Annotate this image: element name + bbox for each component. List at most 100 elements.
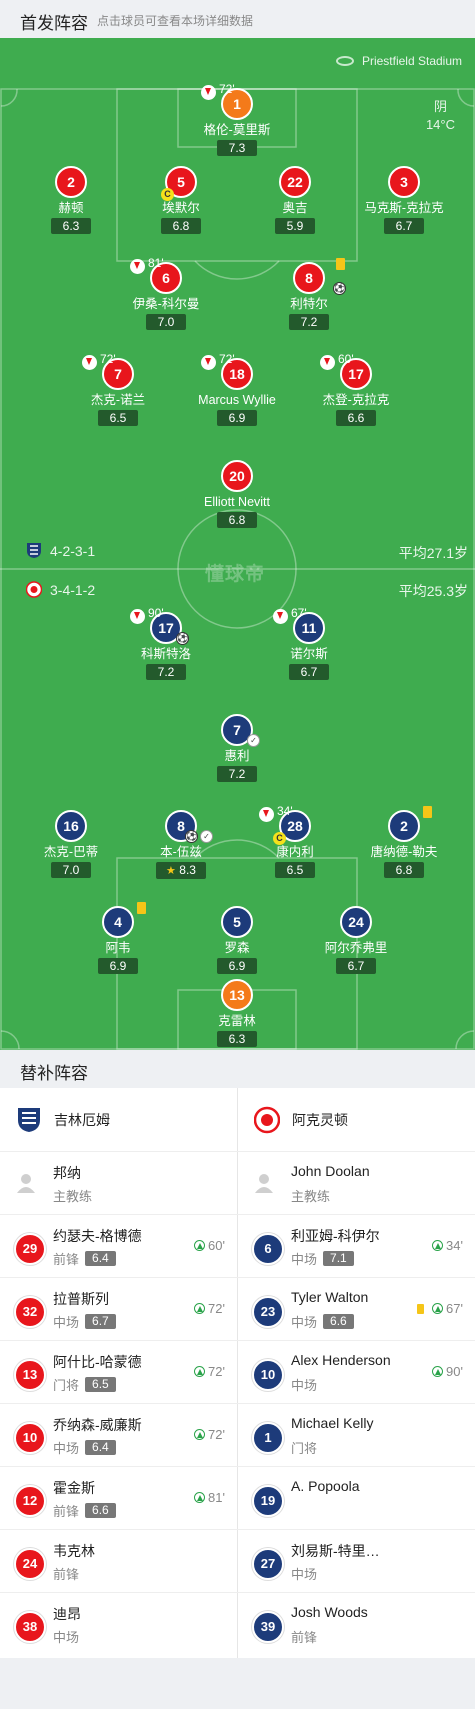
home-player-1[interactable]: 1 72' 格伦-莫里斯 7.3 [177, 82, 297, 157]
home-formation: 4-2-3-1 [26, 542, 95, 559]
home-sub[interactable]: 13 阿什比-哈蒙德 门将 6.5 72' [0, 1341, 237, 1404]
away-team-cell[interactable]: 阿克灵顿 [238, 1088, 475, 1152]
away-player-13[interactable]: 13 克雷林 6.3 [177, 979, 297, 1048]
player-number: 16 [55, 810, 87, 842]
away-player-7[interactable]: 7 ✓ 惠利 7.2 [177, 714, 297, 783]
home-avg-age: 平均27.1岁 [398, 545, 468, 561]
sub-number: 39 [252, 1611, 284, 1643]
home-sub[interactable]: 32 拉普斯列 中场 6.7 72' [0, 1278, 237, 1341]
sub-out-minute: 90' [148, 606, 164, 620]
away-player-5[interactable]: 5 罗森 6.9 [177, 906, 297, 975]
away-sub[interactable]: 23 Tyler Walton 中场 6.6 67' [238, 1278, 475, 1341]
player-rating: 6.7 [336, 958, 376, 974]
home-player-17[interactable]: 17 60' 杰登-克拉克 6.6 [296, 352, 416, 427]
sub-in-icon [194, 1366, 206, 1377]
home-team-cell[interactable]: 吉林厄姆 [0, 1088, 237, 1152]
home-player-3[interactable]: 3 马克斯-克拉克 6.7 [344, 166, 464, 235]
player-rating: 6.9 [98, 958, 138, 974]
home-player-18[interactable]: 18 72' Marcus Wyllie 6.9 [177, 352, 297, 427]
away-sub[interactable]: 1 Michael Kelly 门将 [238, 1404, 475, 1467]
sub-row-6: 24 韦克林 前锋 27 刘易斯-特里… 中场 [0, 1530, 475, 1593]
away-player-11[interactable]: 11 67' 诺尔斯 6.7 [249, 606, 369, 681]
home-sub[interactable]: 29 约瑟夫-格博德 前锋 6.4 60' [0, 1215, 237, 1278]
player-rating: 6.8 [217, 512, 257, 528]
away-player-24[interactable]: 24 阿尔乔弗里 6.7 [296, 906, 416, 975]
sub-in-icon [432, 1366, 444, 1377]
home-coach[interactable]: 邦纳 主教练 [0, 1152, 237, 1215]
home-player-20[interactable]: 20 Elliott Nevitt 6.8 [177, 460, 297, 529]
watermark: 懂球帝 [205, 564, 266, 585]
away-sub[interactable]: 19 A. Popoola [238, 1467, 475, 1530]
sub-row-4: 10 乔纳森-威廉斯 中场 6.4 72' 1 Michael Kelly 门将 [0, 1404, 475, 1467]
sub-out-icon [201, 355, 216, 370]
sub-rating: 6.6 [323, 1314, 354, 1329]
home-sub[interactable]: 38 迪昂 中场 [0, 1593, 237, 1656]
sub-position-line: 前锋 6.4 [53, 1249, 116, 1268]
away-player-4[interactable]: 4 阿韦 6.9 [58, 902, 178, 975]
away-coach[interactable]: John Doolan 主教练 [238, 1152, 475, 1215]
away-sub[interactable]: 10 Alex Henderson 中场 90' [238, 1341, 475, 1404]
sub-number: 38 [14, 1611, 46, 1643]
player-rating: 6.9 [217, 410, 257, 426]
player-rating: 7.0 [51, 862, 91, 878]
sub-position-line: 中场 7.1 [291, 1249, 354, 1268]
away-sub[interactable]: 6 利亚姆-科伊尔 中场 7.1 34' [238, 1215, 475, 1278]
sub-in: 81' [194, 1490, 225, 1505]
away-player-8[interactable]: 8 ⚽ ✓ 本-伍兹 ★ 8.3 [121, 810, 241, 879]
home-sub[interactable]: 12 霍金斯 前锋 6.6 81' [0, 1467, 237, 1530]
sub-rating: 6.6 [85, 1503, 116, 1518]
away-sub[interactable]: 39 Josh Woods 前锋 [238, 1593, 475, 1656]
away-player-28[interactable]: 28 34' C 康内利 6.5 [235, 804, 355, 879]
away-player-2[interactable]: 2 唐纳德-勒夫 6.8 [344, 806, 464, 879]
sub-in-icon [194, 1240, 206, 1251]
assist-boot-icon: ✓ [200, 830, 213, 843]
player-name: 诺尔斯 [290, 647, 328, 661]
sub-name: Josh Woods [291, 1604, 368, 1620]
home-player-6[interactable]: 6 81' 伊桑-科尔曼 7.0 [106, 256, 226, 331]
pitch: Priestfield Stadium 阴 14°C 懂球帝 4-2-3-1 平… [0, 38, 475, 1050]
sub-position: 中场 [291, 1315, 318, 1330]
sub-row-2: 32 拉普斯列 中场 6.7 72' 23 Tyler Walton 中场 6.6 … [0, 1278, 475, 1341]
sub-in-minute: 60' [208, 1238, 225, 1253]
home-player-5[interactable]: 5 C 埃默尔 6.8 [121, 166, 241, 235]
away-player-16[interactable]: 16 杰克-巴蒂 7.0 [11, 810, 131, 879]
away-avg-age: 平均25.3岁 [398, 583, 468, 599]
home-player-2[interactable]: 2 赫顿 6.3 [11, 166, 131, 235]
home-player-8[interactable]: 8 ⚽ 利特尔 7.2 [249, 258, 369, 331]
player-number: 8 [293, 262, 325, 294]
sub-number: 32 [14, 1296, 46, 1328]
sub-out-minute: 72' [100, 352, 116, 366]
home-formation-text: 4-2-3-1 [50, 542, 96, 559]
coach-row: 邦纳 主教练 John Doolan 主教练 [0, 1152, 475, 1215]
player-name: Elliott Nevitt [204, 495, 270, 509]
home-player-22[interactable]: 22 奥吉 5.9 [235, 166, 355, 235]
coach-avatar-icon [255, 1174, 273, 1193]
away-sub[interactable]: 27 刘易斯-特里… 中场 [238, 1530, 475, 1593]
sub-out-minute: 34' [277, 804, 293, 818]
sub-position: 门将 [53, 1378, 80, 1393]
coach-name: 邦纳 [53, 1165, 81, 1181]
home-player-7[interactable]: 7 72' 杰克-诺兰 6.5 [58, 352, 178, 427]
home-sub[interactable]: 10 乔纳森-威廉斯 中场 6.4 72' [0, 1404, 237, 1467]
player-name: 杰登-克拉克 [322, 393, 390, 407]
captain-icon: C [273, 832, 286, 845]
player-rating: 7.2 [146, 664, 186, 680]
sub-out-icon [130, 609, 145, 624]
home-sub[interactable]: 24 韦克林 前锋 [0, 1530, 237, 1593]
weather-temp: 14°C [425, 117, 455, 132]
sub-name: Alex Henderson [291, 1352, 391, 1368]
sub-in: 72' [194, 1427, 225, 1442]
sub-position: 前锋 [53, 1252, 80, 1267]
player-rating: 6.3 [217, 1031, 257, 1047]
sub-in-icon [432, 1303, 444, 1314]
goal-ball-icon: ⚽ [333, 282, 346, 295]
player-rating-mvp: ★ 8.3 [156, 862, 206, 879]
away-player-17[interactable]: 17 90' ⚽ 科斯特洛 7.2 [106, 606, 226, 681]
sub-position: 中场 [291, 1252, 318, 1267]
sub-in: 90' [432, 1364, 463, 1379]
yellow-card-icon [423, 806, 432, 818]
player-name: 杰克-巴蒂 [43, 845, 99, 859]
yellow-card-icon [336, 258, 345, 270]
sub-number: 12 [14, 1485, 46, 1517]
player-rating: 6.5 [98, 410, 138, 426]
